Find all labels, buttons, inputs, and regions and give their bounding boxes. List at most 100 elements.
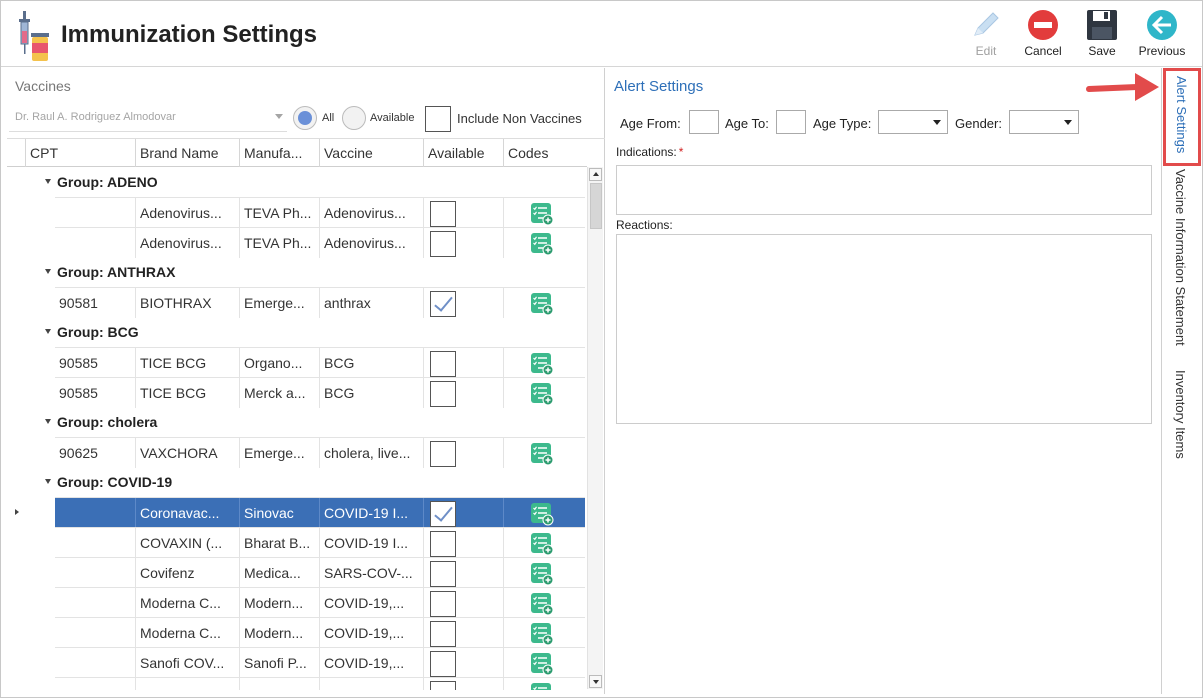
- table-row[interactable]: 90585 TICE BCG Merck a... BCG: [7, 377, 587, 408]
- row-cells: Adenovirus... TEVA Ph... Adenovirus...: [55, 227, 585, 258]
- collapse-triangle-icon[interactable]: [45, 179, 51, 184]
- available-checkbox[interactable]: [430, 591, 456, 617]
- app-window: Immunization Settings Edit Cancel Save P…: [0, 0, 1203, 698]
- table-row[interactable]: 90585 TICE BCG Organo... BCG: [7, 347, 587, 378]
- tab-inventory-items[interactable]: Inventory Items: [1163, 368, 1201, 472]
- table-row[interactable]: Adenovirus... TEVA Ph... Adenovirus...: [7, 227, 587, 258]
- cell-available: [423, 558, 503, 588]
- cell-codes: [503, 498, 585, 528]
- table-row[interactable]: 90625 VAXCHORA Emerge... cholera, live...: [7, 437, 587, 468]
- group-label: Group: ANTHRAX: [57, 264, 176, 280]
- codes-list-add-icon[interactable]: [530, 442, 554, 466]
- table-row[interactable]: Moderna C... Modern... COVID-19,...: [7, 587, 587, 618]
- available-checkbox[interactable]: [430, 381, 456, 407]
- cell-vaccine: COVID-19,...: [319, 648, 423, 678]
- group-row[interactable]: Group: ADENO: [7, 167, 587, 197]
- available-checkbox[interactable]: [430, 651, 456, 677]
- scroll-thumb[interactable]: [590, 183, 602, 229]
- table-row[interactable]: [7, 677, 587, 690]
- codes-list-add-icon[interactable]: [530, 232, 554, 256]
- previous-button[interactable]: Previous: [1132, 7, 1192, 63]
- table-row[interactable]: Moderna C... Modern... COVID-19,...: [7, 617, 587, 648]
- codes-list-add-icon[interactable]: [530, 202, 554, 226]
- age-from-input[interactable]: [689, 110, 719, 134]
- collapse-triangle-icon[interactable]: [45, 419, 51, 424]
- filter-available-radio[interactable]: [342, 106, 366, 130]
- save-button[interactable]: Save: [1072, 7, 1132, 63]
- cell-brand-name: TICE BCG: [135, 348, 239, 378]
- table-row[interactable]: Coronavac... Sinovac COVID-19 I...: [7, 497, 587, 528]
- cell-codes: [503, 228, 585, 258]
- table-row[interactable]: Adenovirus... TEVA Ph... Adenovirus...: [7, 197, 587, 228]
- available-checkbox[interactable]: [430, 621, 456, 647]
- column-header-brand-name[interactable]: Brand Name: [135, 139, 239, 167]
- row-cells: Coronavac... Sinovac COVID-19 I...: [55, 497, 585, 528]
- gender-label: Gender:: [955, 116, 1002, 131]
- cell-available: [423, 228, 503, 258]
- codes-list-add-icon[interactable]: [530, 352, 554, 376]
- edit-button[interactable]: Edit: [956, 7, 1016, 63]
- group-row[interactable]: Group: COVID-19: [7, 467, 587, 497]
- cell-available: [423, 378, 503, 408]
- tab-alert-settings[interactable]: Alert Settings: [1163, 68, 1201, 166]
- table-row[interactable]: 90581 BIOTHRAX Emerge... anthrax: [7, 287, 587, 318]
- group-row[interactable]: Group: BCG: [7, 317, 587, 347]
- available-checkbox[interactable]: [430, 291, 456, 317]
- current-row-indicator-icon: [15, 509, 19, 515]
- reactions-textarea[interactable]: [616, 234, 1152, 424]
- age-type-select[interactable]: [878, 110, 948, 134]
- table-row[interactable]: Covifenz Medica... SARS-COV-...: [7, 557, 587, 588]
- codes-list-add-icon[interactable]: [530, 502, 554, 526]
- doctor-dropdown[interactable]: Dr. Raul A. Rodriguez Almodovar: [9, 102, 287, 132]
- cell-manufacturer: TEVA Ph...: [239, 228, 319, 258]
- include-non-vaccines-checkbox[interactable]: [425, 106, 451, 132]
- table-row[interactable]: COVAXIN (... Bharat B... COVID-19 I...: [7, 527, 587, 558]
- gender-select[interactable]: [1009, 110, 1079, 134]
- filter-all-radio[interactable]: [293, 106, 317, 130]
- group-row[interactable]: Group: ANTHRAX: [7, 257, 587, 287]
- codes-list-add-icon[interactable]: [530, 532, 554, 556]
- cell-manufacturer: Sinovac: [239, 498, 319, 528]
- available-checkbox[interactable]: [430, 351, 456, 377]
- cell-brand-name: VAXCHORA: [135, 438, 239, 468]
- collapse-triangle-icon[interactable]: [45, 269, 51, 274]
- collapse-triangle-icon[interactable]: [45, 329, 51, 334]
- grid-scrollbar[interactable]: [587, 167, 603, 689]
- column-header-cpt[interactable]: CPT: [25, 139, 135, 167]
- syringe-vial-icon: [19, 11, 49, 61]
- row-cells: [55, 677, 585, 690]
- table-row[interactable]: Sanofi COV... Sanofi P... COVID-19,...: [7, 647, 587, 678]
- available-checkbox[interactable]: [430, 531, 456, 557]
- available-checkbox[interactable]: [430, 231, 456, 257]
- available-checkbox[interactable]: [430, 561, 456, 587]
- cell-vaccine: COVID-19 I...: [319, 528, 423, 558]
- column-header-available[interactable]: Available: [423, 139, 503, 167]
- codes-list-add-icon[interactable]: [530, 622, 554, 646]
- alert-settings-title: Alert Settings: [614, 78, 704, 95]
- available-checkbox[interactable]: [430, 681, 456, 690]
- cell-cpt: [55, 678, 135, 690]
- available-checkbox[interactable]: [430, 441, 456, 467]
- available-checkbox[interactable]: [430, 201, 456, 227]
- age-to-input[interactable]: [776, 110, 806, 134]
- scroll-up-button[interactable]: [589, 168, 602, 181]
- collapse-triangle-icon[interactable]: [45, 479, 51, 484]
- scroll-down-button[interactable]: [589, 675, 602, 688]
- cell-cpt: [55, 198, 135, 228]
- column-header-codes[interactable]: Codes: [503, 139, 587, 167]
- codes-list-add-icon[interactable]: [530, 292, 554, 316]
- cell-brand-name: BIOTHRAX: [135, 288, 239, 318]
- codes-list-add-icon[interactable]: [530, 652, 554, 676]
- column-header-manufacturer[interactable]: Manufa...: [239, 139, 319, 167]
- tab-vaccine-information-statement[interactable]: Vaccine Information Statement: [1163, 167, 1201, 363]
- column-header-vaccine[interactable]: Vaccine: [319, 139, 423, 167]
- available-checkbox[interactable]: [430, 501, 456, 527]
- cancel-button[interactable]: Cancel: [1013, 7, 1073, 63]
- indications-textarea[interactable]: [616, 165, 1152, 215]
- group-row[interactable]: Group: cholera: [7, 407, 587, 437]
- codes-list-add-icon[interactable]: [530, 592, 554, 616]
- codes-list-add-icon[interactable]: [530, 682, 554, 690]
- codes-list-add-icon[interactable]: [530, 562, 554, 586]
- row-cells: 90581 BIOTHRAX Emerge... anthrax: [55, 287, 585, 318]
- codes-list-add-icon[interactable]: [530, 382, 554, 406]
